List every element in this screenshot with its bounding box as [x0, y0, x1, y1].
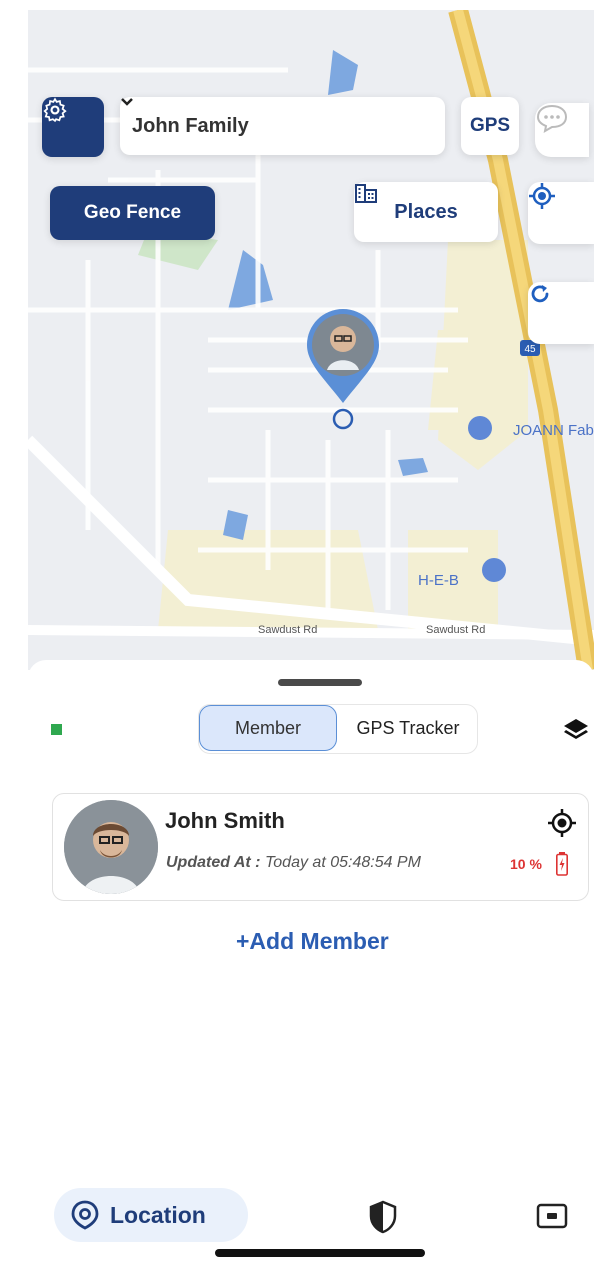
refresh-icon	[531, 285, 549, 303]
card-icon[interactable]	[536, 1202, 568, 1230]
map-view[interactable]: 45 JOANN Fab H-E-B Sawdust Rd Sawdust Rd	[28, 10, 594, 670]
sheet-drag-handle[interactable]	[278, 679, 362, 686]
family-group-value: John Family	[132, 114, 249, 137]
settings-button[interactable]	[42, 97, 104, 157]
refresh-button[interactable]	[528, 282, 594, 344]
building-icon	[355, 184, 377, 203]
tab-member[interactable]: Member	[199, 705, 337, 751]
family-group-select[interactable]: John Family	[120, 97, 445, 155]
geo-fence-button[interactable]: Geo Fence	[50, 186, 215, 240]
member-updated: Updated At : Today at 05:48:54 PM	[166, 854, 421, 872]
poi-label-heb[interactable]: H-E-B	[418, 572, 459, 589]
tab-gps-tracker[interactable]: GPS Tracker	[339, 705, 477, 751]
places-button[interactable]: Places	[354, 182, 498, 242]
gps-button[interactable]: GPS	[461, 97, 519, 155]
updated-label: Updated At :	[166, 854, 261, 871]
layers-icon[interactable]	[562, 716, 590, 744]
home-indicator	[215, 1249, 425, 1257]
my-location-button[interactable]	[528, 182, 594, 244]
highway-shield-label: 45	[524, 344, 536, 355]
road-label-sawdust-west: Sawdust Rd	[258, 624, 318, 636]
tab-location-label: Location	[110, 1201, 206, 1228]
battery-percent: 10 %	[510, 856, 542, 872]
app-screen: 45 JOANN Fab H-E-B Sawdust Rd Sawdust Rd	[28, 10, 594, 1262]
tab-member-label: Member	[234, 717, 301, 738]
member-location-pin[interactable]	[303, 305, 383, 435]
chat-bubble-icon	[536, 104, 568, 133]
crosshair-icon	[529, 183, 555, 209]
battery-low-icon	[556, 852, 568, 876]
member-card[interactable]: John Smith Updated At : Today at 05:48:5…	[52, 793, 589, 901]
status-indicator	[51, 724, 62, 735]
avatar	[64, 800, 158, 894]
road-label-sawdust-east: Sawdust Rd	[426, 624, 486, 636]
poi-label-joann[interactable]: JOANN Fab	[513, 422, 594, 439]
gps-button-label: GPS	[469, 115, 511, 136]
chevron-down-icon	[121, 98, 133, 106]
add-member-button[interactable]: +Add Member	[236, 928, 389, 955]
gear-icon	[43, 97, 67, 123]
location-pin-icon	[71, 1200, 99, 1230]
member-name: John Smith	[165, 808, 285, 833]
shield-icon[interactable]	[368, 1200, 398, 1234]
tab-location[interactable]: Location	[54, 1188, 248, 1242]
chat-button[interactable]	[535, 103, 589, 157]
tab-gps-tracker-label: GPS Tracker	[356, 717, 460, 738]
geo-fence-label: Geo Fence	[83, 202, 182, 223]
bottom-sheet: Member GPS Tracker John Smith Updated At…	[28, 660, 594, 1262]
member-tracker-toggle: Member GPS Tracker	[198, 704, 478, 754]
member-locate-icon[interactable]	[547, 808, 577, 838]
updated-value: Today at 05:48:54 PM	[264, 854, 421, 871]
places-label: Places	[394, 200, 458, 223]
